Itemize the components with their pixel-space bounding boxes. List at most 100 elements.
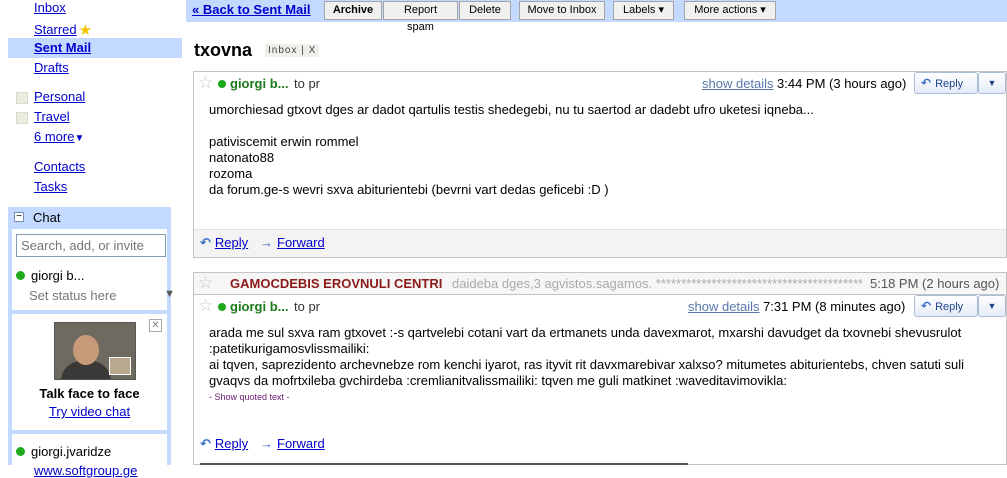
nav-starred-link[interactable]: Starred xyxy=(34,22,77,37)
collapsed-snippet: daideba dges,3 agvistos.sagamos. *******… xyxy=(452,276,862,291)
delete-button[interactable]: Delete xyxy=(459,1,511,20)
collapsed-message-row[interactable]: ☆ GAMOCDEBIS EROVNULI CENTRI daideba dge… xyxy=(193,272,1007,294)
nav-sent-mail-link[interactable]: Sent Mail xyxy=(34,40,91,55)
chat-contact[interactable]: giorgi.jvaridze xyxy=(16,444,111,459)
left-navigation: Inbox Starred ★ Sent Mail Drafts Personal… xyxy=(0,0,182,478)
more-options-dropdown[interactable]: ▼ xyxy=(978,295,1006,317)
message-footer: ↶ Reply → Forward xyxy=(194,434,1006,464)
body-line: da forum.ge-s wevri sxva abiturientebi (… xyxy=(209,182,609,197)
status-message-field[interactable]: Set status here ▼ xyxy=(29,288,175,303)
chat-title: Chat xyxy=(33,210,61,225)
message-time: 7:31 PM (8 minutes ago) xyxy=(763,299,906,314)
label-personal-link[interactable]: Personal xyxy=(34,89,85,104)
promo-title: Talk face to face xyxy=(39,386,140,401)
footer-forward-link[interactable]: → Forward xyxy=(260,436,325,451)
footer-reply-label: Reply xyxy=(214,436,249,451)
chat-search-input[interactable] xyxy=(16,234,166,257)
contact-name: giorgi.jvaridze xyxy=(31,444,112,459)
try-video-chat-link[interactable]: Try video chat xyxy=(49,404,130,419)
contacts-link[interactable]: Contacts xyxy=(34,159,85,174)
message-toolbar: « Back to Sent Mail Archive Report spam … xyxy=(186,0,1007,33)
nav-inbox[interactable]: Inbox xyxy=(34,0,66,15)
contact-status-link[interactable]: www.softgroup.ge xyxy=(34,463,137,478)
more-options-dropdown[interactable]: ▼ xyxy=(978,72,1006,94)
nav-tasks[interactable]: Tasks xyxy=(34,179,67,194)
show-quoted-text-link[interactable]: - Show quoted text - xyxy=(209,389,999,405)
my-name: giorgi b... xyxy=(31,268,85,283)
label-color-swatch xyxy=(16,112,28,124)
archive-button[interactable]: Archive xyxy=(324,1,382,20)
star-icon[interactable]: ☆ xyxy=(198,296,213,316)
star-icon[interactable]: ☆ xyxy=(198,73,213,93)
footer-reply-link[interactable]: ↶ Reply xyxy=(200,235,248,251)
message-footer: ↶ Reply → Forward xyxy=(194,229,1006,257)
show-details-link[interactable]: show details xyxy=(688,299,760,314)
chat-header[interactable]: − Chat xyxy=(8,207,171,227)
body-line: rozoma xyxy=(209,166,253,181)
dropdown-arrow-icon: ▼ xyxy=(987,78,997,88)
thread-subject: txovna xyxy=(194,40,253,60)
nav-drafts-link[interactable]: Drafts xyxy=(34,60,69,75)
labels-dropdown[interactable]: Labels ▾ xyxy=(613,1,674,20)
nav-inbox-link[interactable]: Inbox xyxy=(34,0,66,15)
dropdown-arrow-icon: ▼ xyxy=(74,133,85,144)
nav-starred[interactable]: Starred ★ xyxy=(34,20,93,39)
contact-status-link-wrap[interactable]: www.softgroup.ge xyxy=(34,463,137,478)
reply-arrow-icon: ↶ xyxy=(200,436,211,451)
inbox-label-tag[interactable]: Inbox | X xyxy=(265,44,320,57)
reply-button[interactable]: ↶ Reply xyxy=(914,295,978,317)
sender-name: giorgi b... xyxy=(218,76,289,91)
move-to-inbox-button[interactable]: Move to Inbox xyxy=(519,1,605,20)
reply-button[interactable]: ↶ Reply xyxy=(914,72,978,94)
reply-button-label: Reply xyxy=(935,301,964,313)
close-icon[interactable]: ✕ xyxy=(149,319,162,332)
sender-name-text: giorgi b... xyxy=(230,299,289,314)
dropdown-arrow-icon[interactable]: ▼ xyxy=(164,288,175,300)
reply-arrow-icon: ↶ xyxy=(921,76,932,90)
message-card: ☆ giorgi b... to pr show details 3:44 PM… xyxy=(193,71,1007,258)
message-header[interactable]: ☆ giorgi b... to pr show details 7:31 PM… xyxy=(194,295,1006,319)
more-actions-dropdown[interactable]: More actions ▾ xyxy=(684,1,776,20)
recipient-text: to pr xyxy=(294,76,321,91)
reply-arrow-icon: ↶ xyxy=(921,299,932,313)
footer-reply-link[interactable]: ↶ Reply xyxy=(200,436,248,452)
label-travel-link[interactable]: Travel xyxy=(34,109,70,124)
nav-sent-mail[interactable]: Sent Mail xyxy=(8,38,182,58)
status-text: Set status here xyxy=(29,288,117,303)
my-chat-status[interactable]: giorgi b... xyxy=(16,268,84,283)
collapsed-sender: GAMOCDEBIS EROVNULI CENTRI xyxy=(230,276,443,291)
message-body: arada me sul sxva ram gtxovet :-s qartve… xyxy=(209,325,999,405)
more-labels-link[interactable]: 6 more xyxy=(34,129,74,144)
back-to-sent-mail-link[interactable]: « Back to Sent Mail xyxy=(192,2,310,17)
footer-forward-label: Forward xyxy=(277,235,325,250)
star-icon: ★ xyxy=(78,22,93,39)
footer-forward-link[interactable]: → Forward xyxy=(260,235,325,250)
nav-drafts[interactable]: Drafts xyxy=(34,60,69,75)
label-color-swatch xyxy=(16,92,28,104)
recipient-text: to pr xyxy=(294,299,321,314)
dropdown-arrow-icon: ▼ xyxy=(987,301,997,311)
nav-more-labels[interactable]: 6 more▼ xyxy=(34,129,84,144)
online-status-icon xyxy=(218,303,226,311)
tasks-link[interactable]: Tasks xyxy=(34,179,67,194)
message-time: 3:44 PM (3 hours ago) xyxy=(777,76,907,91)
try-video-chat-link-wrap[interactable]: Try video chat xyxy=(12,404,167,419)
report-spam-button[interactable]: Report spam xyxy=(383,1,458,33)
reply-arrow-icon: ↶ xyxy=(200,235,211,250)
reply-button-label: Reply xyxy=(935,78,964,90)
minimize-icon[interactable]: − xyxy=(14,212,24,222)
star-icon[interactable]: ☆ xyxy=(198,273,213,293)
collapsed-time: 5:18 PM (2 hours ago) xyxy=(870,276,1000,291)
nav-contacts[interactable]: Contacts xyxy=(34,159,85,174)
footer-reply-label: Reply xyxy=(214,235,249,250)
sender-name-text: giorgi b... xyxy=(230,76,289,91)
message-header[interactable]: ☆ giorgi b... to pr show details 3:44 PM… xyxy=(194,72,1006,96)
nav-label-personal[interactable]: Personal xyxy=(34,89,85,104)
body-paragraph: arada me sul sxva ram gtxovet :-s qartve… xyxy=(209,325,962,356)
nav-label-travel[interactable]: Travel xyxy=(34,109,70,124)
body-line: pativiscemit erwin rommel xyxy=(209,134,359,149)
forward-arrow-icon: → xyxy=(260,235,273,250)
show-details-link[interactable]: show details xyxy=(702,76,774,91)
webcam-image xyxy=(54,322,136,380)
chat-panel: − Chat giorgi b... Set status here ▼ ✕ T… xyxy=(8,207,175,478)
